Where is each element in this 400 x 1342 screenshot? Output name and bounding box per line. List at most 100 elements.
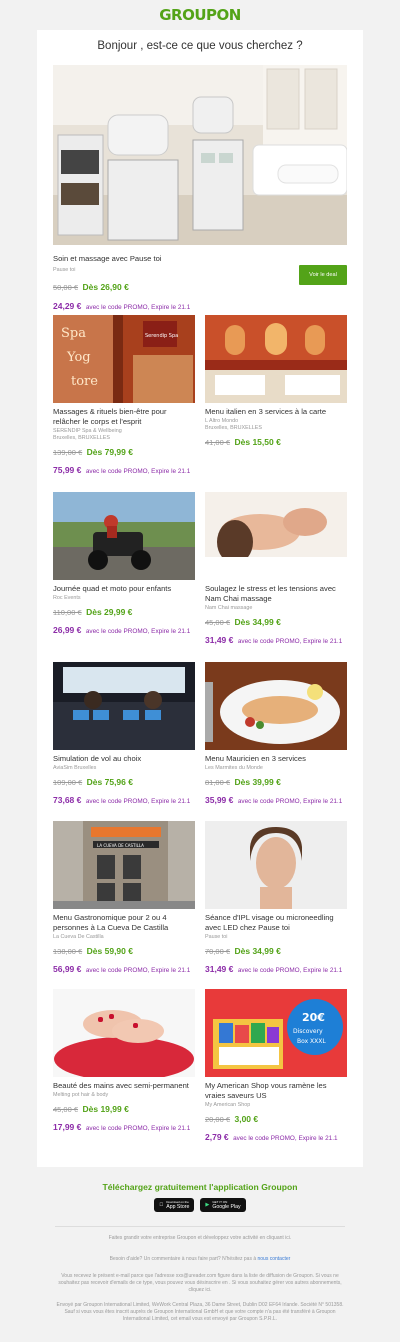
deal-merchant: SERENDIP Spa & Wellbeing — [53, 428, 122, 434]
deal-image[interactable]: Spa Yog tore Serendip Spa — [53, 315, 195, 403]
hero-promo-price: 24,29 € — [53, 301, 82, 311]
deal-promo-price: 73,68 € — [53, 795, 82, 805]
deal-merchant: My American Shop — [205, 1102, 251, 1108]
deal-old-price: 139,00 € — [53, 448, 83, 457]
help-text: Besoin d'aide? Un commentaire à nous fai… — [109, 1256, 291, 1262]
app-store-badge[interactable]:  Download on the App Store — [154, 1198, 195, 1212]
svg-text:20€: 20€ — [302, 1011, 325, 1024]
deal-tile[interactable]: Spa Yog tore Serendip Spa Massages & rit… — [53, 315, 195, 478]
groupon-logo[interactable]: GROUPON — [159, 6, 241, 24]
deal-tile[interactable]: Simulation de vol au choix AviaSim Bruxe… — [53, 662, 195, 808]
email-footer: Téléchargez gratuitement l'application G… — [0, 1167, 400, 1323]
email-card: Bonjour , est-ce ce que vous cherchez ? … — [37, 30, 363, 1167]
hero-merchant: Pause toi — [53, 267, 76, 273]
deal-promo-price: 17,99 € — [53, 1122, 82, 1132]
deal-promo-price: 31,49 € — [205, 964, 234, 974]
deal-price: 3,00 € — [234, 1114, 259, 1124]
apple-icon:  — [159, 1202, 163, 1208]
deal-image[interactable] — [205, 315, 347, 403]
deal-price: Dès 19,99 € — [82, 1104, 129, 1114]
deal-title[interactable]: Journée quad et moto pour enfants — [53, 584, 195, 594]
deal-promo-text: avec le code PROMO, Expire le 21.1 — [85, 468, 191, 475]
deal-tile[interactable]: Journée quad et moto pour enfants Roc Ev… — [53, 492, 195, 638]
deal-location: Bruxelles, BRUXELLES — [53, 435, 110, 441]
deal-title[interactable]: Massages & rituels bien-être pour relâch… — [53, 407, 195, 427]
hero-image[interactable] — [53, 65, 347, 245]
hero-price: Dès 26,90 € — [82, 282, 129, 292]
deal-promo-price: 56,99 € — [53, 964, 82, 974]
deal-image[interactable] — [205, 492, 347, 580]
deal-tile[interactable]: Soulagez le stress et les tensions avec … — [205, 492, 347, 648]
svg-text:Box XXXL: Box XXXL — [297, 1038, 326, 1045]
deal-price: Dès 59,90 € — [86, 946, 133, 956]
grow-business-text[interactable]: Faites grandir votre entreprise Groupon … — [55, 1235, 345, 1242]
deal-promo-text: avec le code PROMO, Expire le 21.1 — [233, 1135, 338, 1142]
deal-promo-text: avec le code PROMO, Expire le 21.1 — [237, 967, 343, 974]
deal-merchant: Pause toi — [205, 934, 228, 940]
deal-merchant: AviaSim Bruxelles — [53, 765, 97, 771]
deal-image[interactable]: 20€ Discovery Box XXXL — [205, 989, 347, 1077]
deal-promo-text: avec le code PROMO, Expire le 21.1 — [85, 1125, 191, 1132]
deal-old-price: 70,00 € — [205, 947, 231, 956]
deal-merchant: Nam Chai massage — [205, 605, 253, 611]
deal-title[interactable]: Beauté des mains avec semi-permanent — [53, 1081, 195, 1091]
deal-title[interactable]: Soulagez le stress et les tensions avec … — [205, 584, 347, 604]
deal-price: Dès 34,99 € — [234, 617, 281, 627]
deal-title[interactable]: Menu italien en 3 services à la carte — [205, 407, 347, 417]
deal-price: Dès 29,99 € — [86, 607, 133, 617]
deal-merchant: L Altro Mondo — [205, 418, 239, 424]
view-deal-button[interactable]: Voir le deal — [299, 265, 347, 285]
deal-image[interactable] — [53, 989, 195, 1077]
hero-title[interactable]: Soin et massage avec Pause toi — [53, 254, 283, 264]
deal-title[interactable]: Menu Mauricien en 3 services — [205, 754, 347, 764]
deal-image[interactable]: LA CUEVA DE CASTILLA — [53, 821, 195, 909]
deal-old-price: 138,00 € — [53, 947, 83, 956]
deal-promo-text: avec le code PROMO, Expire le 21.1 — [85, 798, 191, 805]
deal-image[interactable] — [205, 821, 347, 909]
deal-price: Dès 15,50 € — [234, 437, 281, 447]
deal-merchant: Roc Events — [53, 595, 81, 601]
deal-promo-price: 2,79 € — [205, 1132, 229, 1142]
deal-promo-price: 26,99 € — [53, 625, 82, 635]
legal-text: Vous recevez le présent e-mail parce que… — [58, 1273, 342, 1293]
deal-promo-price: 35,99 € — [205, 795, 234, 805]
deal-title[interactable]: Simulation de vol au choix — [53, 754, 195, 764]
deal-price: Dès 79,99 € — [86, 447, 133, 457]
deal-promo-text: avec le code PROMO, Expire le 21.1 — [85, 967, 191, 974]
contact-link[interactable]: nous contacter — [258, 1256, 291, 1262]
deal-image[interactable] — [205, 662, 347, 750]
deal-old-price: 41,00 € — [205, 438, 231, 447]
spa-sign-text: Spa — [61, 326, 86, 341]
deal-old-price: 45,00 € — [53, 1105, 79, 1114]
deal-old-price: 110,00 € — [53, 608, 82, 617]
deal-title[interactable]: My American Shop vous ramène les vraies … — [205, 1081, 347, 1101]
deal-promo-text: avec le code PROMO, Expire le 21.1 — [85, 628, 191, 635]
svg-text:Discovery: Discovery — [293, 1028, 323, 1035]
greeting-heading: Bonjour , est-ce ce que vous cherchez ? — [97, 40, 303, 52]
deal-tile[interactable]: Séance d'IPL visage ou microneedling ave… — [205, 821, 347, 977]
deal-tile[interactable]: Menu Mauricien en 3 services Les Marmite… — [205, 662, 347, 808]
svg-text:Yog: Yog — [66, 350, 91, 365]
deal-tile[interactable]: LA CUEVA DE CASTILLA Menu Gastronomique … — [53, 821, 195, 977]
email-header: GROUPON — [0, 0, 400, 30]
deal-location: Bruxelles, BRUXELLES — [205, 425, 262, 431]
deal-promo-text: avec le code PROMO, Expire le 21.1 — [237, 798, 343, 805]
divider — [55, 1226, 345, 1227]
deal-promo-price: 31,49 € — [205, 635, 234, 645]
deal-image[interactable] — [53, 662, 195, 750]
deal-title[interactable]: Séance d'IPL visage ou microneedling ave… — [205, 913, 347, 933]
deal-merchant: Les Marmites du Monde — [205, 765, 263, 771]
deal-old-price: 109,00 € — [53, 778, 83, 787]
deal-tile[interactable]: Beauté des mains avec semi-permanent Mel… — [53, 989, 195, 1135]
hero-old-price: 50,00 € — [53, 283, 79, 292]
deal-image[interactable] — [53, 492, 195, 580]
deal-tile[interactable]: Menu italien en 3 services à la carte L … — [205, 315, 347, 450]
deal-tile[interactable]: 20€ Discovery Box XXXL My American Shop … — [205, 989, 347, 1145]
cueva-sign-text: LA CUEVA DE CASTILLA — [97, 843, 144, 848]
deal-old-price: 81,00 € — [205, 778, 231, 787]
deal-title[interactable]: Menu Gastronomique pour 2 ou 4 personnes… — [53, 913, 195, 933]
deal-merchant: Melting pot hair & body — [53, 1092, 109, 1098]
google-play-badge[interactable]: ▶ GET IT ON Google Play — [200, 1198, 246, 1212]
play-icon: ▶ — [203, 1202, 209, 1208]
deal-merchant: La Cueva De Castilla — [53, 934, 104, 940]
